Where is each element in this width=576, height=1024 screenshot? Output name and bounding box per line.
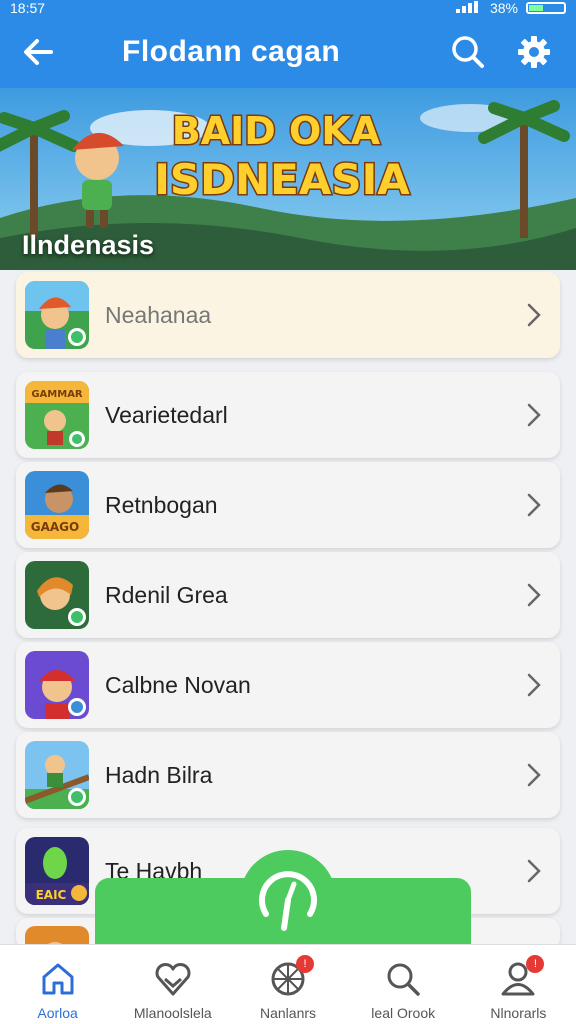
chevron-right-icon [527,403,541,427]
app-bar: Flodann cagan [0,16,576,88]
thumbnail-text: EAIC [36,888,67,902]
nav-item-home[interactable]: Aorloa [0,945,115,1024]
back-button[interactable] [0,16,76,88]
nav-label: Nlnorarls [490,1005,547,1021]
notification-badge: ! [526,955,545,973]
status-time: 18:57 [10,0,46,16]
nav-label: Mlanoolslela [133,1005,212,1021]
list-item[interactable]: Neahanaa [16,272,560,358]
game-name: Calbne Novan [105,671,251,698]
banner-title: Ilndenasis [22,230,155,260]
list-item[interactable]: GAAGO Retnbogan [16,462,560,548]
signal-icon [455,0,482,16]
home-icon [42,963,74,995]
list-item[interactable]: Hadn Bilra [16,732,560,818]
game-name: Hadn Bilra [105,761,213,788]
nav-item-favorites[interactable]: Mlanoolslela [115,945,230,1024]
nav-item-search[interactable]: leal Orook [346,945,461,1024]
chevron-right-icon [527,493,541,517]
game-thumbnail [25,281,89,349]
nav-icon-wrap: ! [498,955,545,999]
game-thumbnail [25,741,89,809]
list-item[interactable]: GAMMAR Vearietedarl [16,372,560,458]
thumbnail-text: GAAGO [31,520,79,534]
nav-item-profile[interactable]: ! Nlnorarls [461,945,576,1024]
search-button[interactable] [440,24,496,80]
chevron-right-icon [527,583,541,607]
chevron-right-icon [527,303,541,327]
battery-icon [526,2,566,14]
status-bar: 18:57 38% [0,0,576,16]
nav-item-games[interactable]: ! Nanlanrs [230,945,345,1024]
game-thumbnail: GAMMAR [25,381,89,449]
list-item[interactable]: Calbne Novan [16,642,560,728]
banner-logo-line1: BAID OKA [172,109,381,153]
nav-icon-wrap: ! [268,955,314,999]
nav-label: Nanlanrs [259,1005,317,1021]
bottom-navigation: Aorloa Mlanoolslela ! Nanlanrs leal Oroo… [0,944,576,1024]
page-title: Flodann cagan [122,35,341,68]
game-name: Retnbogan [105,491,218,518]
list-item[interactable]: Rdenil Grea [16,552,560,638]
battery-fill [529,5,543,11]
chevron-right-icon [527,763,541,787]
nav-label: Aorloa [37,1005,78,1021]
nav-label: leal Orook [371,1005,436,1021]
game-thumbnail [25,651,89,719]
gear-icon [518,36,550,68]
banner-logo-line2: ISDNEASIA [154,155,410,204]
game-thumbnail: EAIC [25,837,89,905]
app-bar-actions [440,24,576,80]
status-indicators: 38% [455,0,566,16]
game-thumbnail: GAAGO [25,471,89,539]
heart-shield-icon [155,963,191,996]
search-icon [387,963,420,996]
battery-percent: 38% [489,0,518,16]
arrow-left-icon [24,39,53,65]
chevron-right-icon [527,859,541,883]
gauge-icon [259,871,317,931]
hero-banner[interactable]: BAID OKA ISDNEASIA Ilndenasis [0,88,576,270]
game-thumbnail [25,561,89,629]
search-icon [452,36,484,68]
speed-button[interactable] [240,850,336,946]
chevron-right-icon [527,673,541,697]
notification-badge: ! [296,955,314,973]
game-name: Neahanaa [105,301,212,328]
game-name: Vearietedarl [105,401,228,428]
game-name: Rdenil Grea [105,581,228,608]
settings-button[interactable] [506,24,562,80]
thumbnail-text: GAMMAR [31,389,83,400]
